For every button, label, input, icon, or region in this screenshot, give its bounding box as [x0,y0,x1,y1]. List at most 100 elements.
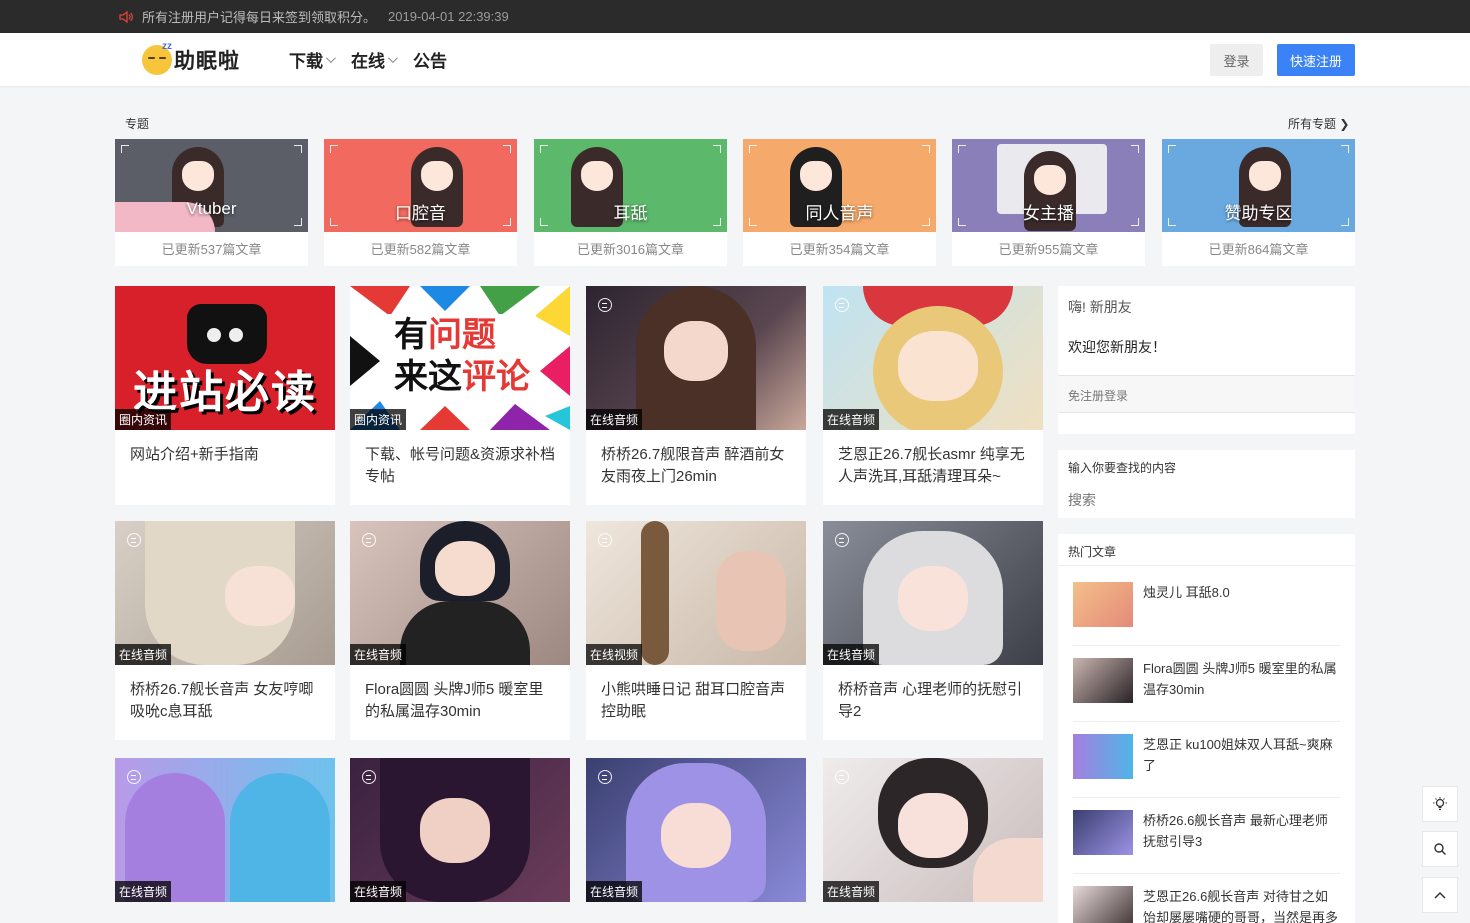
site-header: zz 助眠啦 下载 在线 公告 登录 快速注册 [0,33,1470,86]
topic-card[interactable]: 口腔音 已更新582篇文章 [324,139,517,266]
post-card[interactable]: 在线音频 [115,758,335,902]
notice-date: 2019-04-01 22:39:39 [388,9,509,24]
notice-bar: 所有注册用户记得每日来签到领取积分。 2019-04-01 22:39:39 [0,0,1470,33]
search-float-button[interactable] [1422,831,1458,867]
post-category[interactable]: 在线音频 [350,644,407,665]
post-category[interactable]: 在线视频 [586,644,643,665]
post-card[interactable]: 在线音频 [586,758,806,902]
topic-card[interactable]: 同人音声 已更新354篇文章 [743,139,936,266]
video-format-icon [598,533,612,547]
hot-post-item[interactable]: 芝恩正26.6舰长音声 对待甘之如饴却屡屡嘴硬的哥哥，当然是再多 [1073,874,1340,923]
topic-image: 赞助专区 [1162,139,1355,232]
hot-post-thumbnail [1073,734,1133,779]
chevron-down-icon [325,53,336,64]
site-logo[interactable]: zz 助眠啦 [142,41,240,75]
post-title[interactable]: 桥桥音声 心理老师的抚慰引导2 [823,665,1043,740]
post-title[interactable]: 下载、帐号问题&资源求补档专帖 [350,430,570,505]
greeting-text: 嗨! 新朋友 [1068,299,1132,315]
post-card[interactable]: 有问题 来这评论 圈内资讯 下载、帐号问题&资源求补档专帖 [350,286,570,505]
post-card[interactable]: 在线音频 桥桥音声 心理老师的抚慰引导2 [823,521,1043,740]
speaker-icon [118,10,134,24]
nav-download[interactable]: 下载 [289,47,336,72]
free-login-link[interactable]: 免注册登录 [1068,387,1128,404]
post-thumbnail: 在线音频 [115,758,335,902]
post-card[interactable]: 进站必读 圈内资讯 网站介绍+新手指南 [115,286,335,505]
topic-name: Vtuber [186,199,237,218]
hot-post-item[interactable]: 芝恩正 ku100姐妹双人耳舐~爽麻了 [1073,722,1340,798]
topic-name: 耳舐 [613,204,648,223]
post-card[interactable]: 在线视频 小熊哄睡日记 甜耳口腔音声控助眠 [586,521,806,740]
post-card[interactable]: 在线音频 Flora圆圆 头牌J师5 暖室里的私属温存30min [350,521,570,740]
post-title[interactable]: 网站介绍+新手指南 [115,430,335,505]
topic-image: 同人音声 [743,139,936,232]
user-widget: 嗨! 新朋友 欢迎您新朋友！ 免注册登录 [1058,286,1355,434]
post-thumbnail: 在线音频 [115,521,335,665]
hot-posts-widget: 热门文章 烛灵儿 耳舐8.0 Flora圆圆 头牌J师5 暖室里的私属温存30m… [1058,534,1355,923]
post-category[interactable]: 圈内资讯 [115,409,172,430]
notice-text: 所有注册用户记得每日来签到领取积分。 [142,10,377,25]
sleepy-face-icon: zz [142,41,172,75]
post-title[interactable]: 桥桥26.7舰长音声 女友哼唧吸吮c息耳舐 [115,665,335,740]
post-thumbnail: 在线音频 [823,521,1043,665]
post-card[interactable]: 在线音频 [823,758,1043,902]
post-category[interactable]: 在线音频 [115,644,172,665]
post-category[interactable]: 在线音频 [350,881,407,902]
post-category[interactable]: 在线音频 [823,409,880,430]
audio-format-icon [835,533,849,547]
post-thumbnail: 在线音频 [350,758,570,902]
post-category[interactable]: 在线音频 [823,881,880,902]
hot-title: 热门文章 [1068,545,1117,559]
audio-format-icon [127,533,141,547]
post-thumbnail: 在线音频 [586,758,806,902]
topics-title: 专题 [125,117,150,131]
topic-count: 已更新354篇文章 [789,242,890,257]
post-card[interactable]: 在线音频 桥桥26.7舰长音声 女友哼唧吸吮c息耳舐 [115,521,335,740]
audio-format-icon [598,770,612,784]
hot-post-thumbnail [1073,810,1133,855]
topic-card[interactable]: 耳舐 已更新3016篇文章 [534,139,727,266]
topic-card[interactable]: 女主播 已更新955篇文章 [952,139,1145,266]
post-card[interactable]: 在线音频 [350,758,570,902]
search-input[interactable] [1068,488,1345,512]
topic-card[interactable]: 赞助专区 已更新864篇文章 [1162,139,1355,266]
login-button[interactable]: 登录 [1210,44,1263,76]
welcome-text: 欢迎您新朋友！ [1068,339,1166,355]
theme-toggle-button[interactable] [1422,786,1458,822]
hot-post-thumbnail [1073,886,1133,923]
post-category[interactable]: 在线音频 [823,644,880,665]
post-thumbnail: 有问题 来这评论 圈内资讯 [350,286,570,430]
hot-post-item[interactable]: 桥桥26.6舰长音声 最新心理老师抚慰引导3 [1073,798,1340,874]
register-button[interactable]: 快速注册 [1277,44,1355,76]
post-thumbnail: 在线音频 [350,521,570,665]
post-category[interactable]: 在线音频 [115,881,172,902]
chevron-up-icon [1434,891,1446,899]
all-topics-link[interactable]: 所有专题 ❯ [1288,115,1349,132]
post-thumbnail: 在线视频 [586,521,806,665]
post-card[interactable]: 在线音频 桥桥26.7舰限音声 醉酒前女友雨夜上门26min [586,286,806,505]
search-icon [1434,843,1446,855]
post-category[interactable]: 圈内资讯 [350,409,407,430]
hot-post-thumbnail [1073,582,1133,627]
search-title: 输入你要查找的内容 [1068,461,1177,475]
nav-announcement[interactable]: 公告 [413,47,447,72]
nav-online[interactable]: 在线 [351,47,398,72]
post-title[interactable]: Flora圆圆 头牌J师5 暖室里的私属温存30min [350,665,570,740]
hot-post-title: 烛灵儿 耳舐8.0 [1143,585,1230,600]
audio-format-icon [362,770,376,784]
hot-post-title: 芝恩正 ku100姐妹双人耳舐~爽麻了 [1143,737,1333,773]
hot-post-item[interactable]: Flora圆圆 头牌J师5 暖室里的私属温存30min [1073,646,1340,722]
topic-name: 口腔音 [395,204,446,223]
logo-text: 助眠啦 [174,50,240,73]
post-title[interactable]: 小熊哄睡日记 甜耳口腔音声控助眠 [586,665,806,740]
post-title[interactable]: 桥桥26.7舰限音声 醉酒前女友雨夜上门26min [586,430,806,505]
post-category[interactable]: 在线音频 [586,881,643,902]
post-category[interactable]: 在线音频 [586,409,643,430]
post-title[interactable]: 芝恩正26.7舰长asmr 纯享无人声洗耳,耳舐清理耳朵~ [823,430,1043,505]
hot-post-title: Flora圆圆 头牌J师5 暖室里的私属温存30min [1143,661,1337,697]
topic-image: 口腔音 [324,139,517,232]
post-card[interactable]: 在线音频 芝恩正26.7舰长asmr 纯享无人声洗耳,耳舐清理耳朵~ [823,286,1043,505]
back-to-top-button[interactable] [1422,877,1458,913]
hot-post-item[interactable]: 烛灵儿 耳舐8.0 [1073,570,1340,646]
topic-card[interactable]: Vtuber 已更新537篇文章 [115,139,308,266]
topic-name: 女主播 [1023,204,1074,223]
